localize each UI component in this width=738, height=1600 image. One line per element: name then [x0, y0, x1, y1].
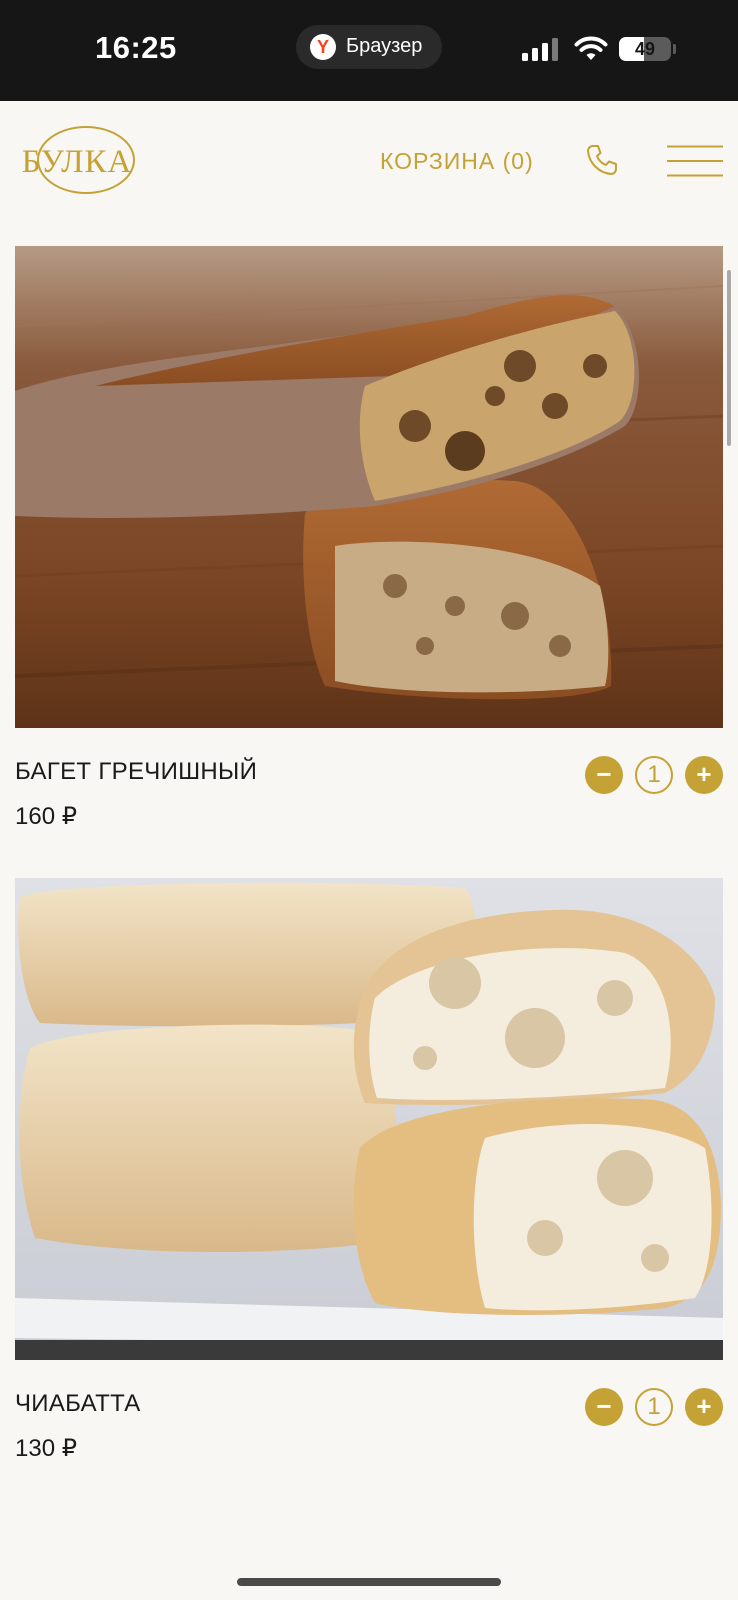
menu-icon[interactable]	[667, 145, 723, 177]
product-image-ciabatta[interactable]	[15, 878, 723, 1360]
battery-tip	[673, 44, 676, 54]
logo-text: БУЛКА	[21, 144, 133, 180]
quantity-value: 1	[635, 756, 673, 794]
phone-icon[interactable]	[586, 144, 618, 176]
product-price: 160 ₽	[15, 803, 77, 830]
ciabatta-photo	[15, 878, 723, 1360]
status-bar: 16:25 Y Браузер 49	[0, 0, 738, 101]
signal-icon	[522, 38, 558, 61]
battery-icon: 49	[619, 37, 671, 61]
battery-level: 49	[634, 39, 656, 59]
yandex-browser-icon: Y	[310, 34, 336, 60]
browser-logo-letter: Y	[316, 37, 329, 57]
browser-indicator[interactable]: Y Браузер	[296, 25, 442, 69]
home-indicator[interactable]	[237, 1578, 501, 1586]
clock: 16:25	[95, 30, 177, 65]
wifi-icon	[574, 36, 608, 60]
quantity-value: 1	[635, 1388, 673, 1426]
decrease-quantity-button[interactable]: −	[585, 756, 623, 794]
browser-name: Браузер	[346, 35, 423, 57]
product-price: 130 ₽	[15, 1435, 77, 1462]
product-image-baguette[interactable]	[15, 246, 723, 728]
baguette-photo	[15, 246, 723, 728]
scroll-indicator[interactable]	[727, 270, 731, 446]
cart-link[interactable]: КОРЗИНА (0)	[380, 148, 534, 175]
decrease-quantity-button[interactable]: −	[585, 1388, 623, 1426]
product-title: ЧИАБАТТА	[15, 1390, 141, 1417]
increase-quantity-button[interactable]: +	[685, 756, 723, 794]
product-title: БАГЕТ ГРЕЧИШНЫЙ	[15, 758, 258, 785]
site-logo[interactable]: БУЛКА	[13, 124, 141, 200]
increase-quantity-button[interactable]: +	[685, 1388, 723, 1426]
site-header: БУЛКА КОРЗИНА (0)	[0, 101, 738, 221]
